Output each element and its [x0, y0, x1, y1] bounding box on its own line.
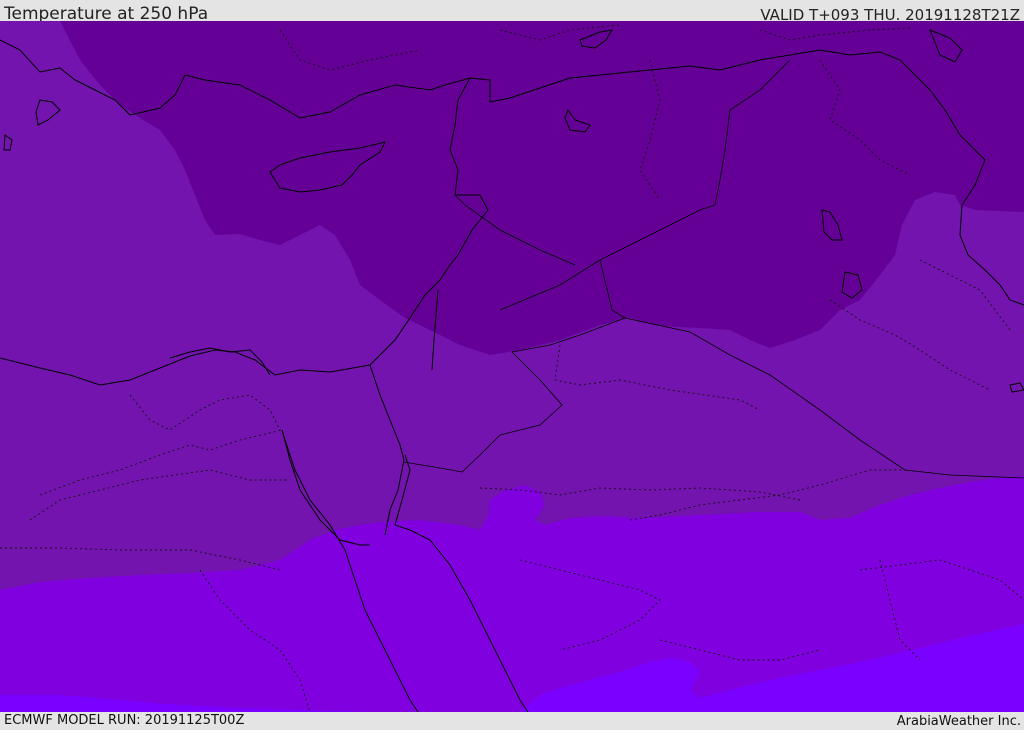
- model-run-label: ECMWF MODEL RUN: 20191125T00Z: [4, 713, 245, 728]
- valid-time: VALID T+093 THU. 20191128T21Z: [760, 6, 1020, 21]
- credit-label: ArabiaWeather Inc.: [896, 714, 1021, 729]
- map-footer: ECMWF MODEL RUN: 20191125T00Z ArabiaWeat…: [0, 712, 1024, 729]
- map-header: Temperature at 250 hPa VALID T+093 THU. …: [0, 0, 1024, 21]
- weather-map: [0, 21, 1024, 712]
- map-title: Temperature at 250 hPa: [4, 4, 209, 21]
